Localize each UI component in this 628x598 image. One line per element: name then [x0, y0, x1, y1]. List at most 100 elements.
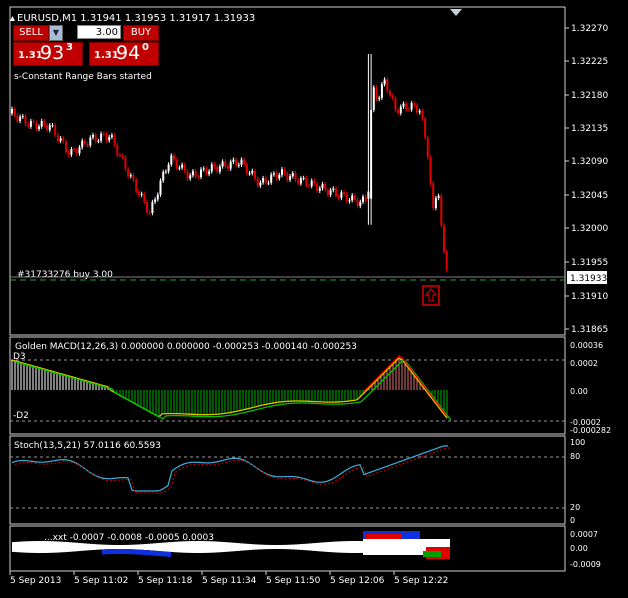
bottom-indicator-bar — [159, 542, 162, 552]
candle-body — [372, 87, 375, 110]
candle-body — [259, 182, 262, 186]
candle-body — [299, 178, 302, 184]
bottom-indicator-bar — [366, 539, 369, 555]
buy-button[interactable]: BUY — [123, 25, 159, 41]
bottom-indicator-bar — [15, 541, 18, 553]
bottom-indicator-bar — [168, 551, 171, 557]
bottom-indicator-bar — [288, 544, 291, 550]
bottom-indicator-bar — [138, 544, 141, 550]
candle-body — [89, 137, 92, 146]
lot-down-button[interactable]: ▼ — [49, 25, 63, 41]
bottom-indicator-bar — [72, 542, 75, 552]
candle-body — [27, 124, 30, 127]
candle-body — [340, 192, 343, 198]
candle-body — [186, 171, 189, 179]
bottom-indicator-bar — [33, 541, 36, 553]
time-tick-label: 5 Sep 11:02 — [74, 576, 128, 586]
candle-body — [434, 198, 437, 209]
bottom-indicator-bar — [360, 541, 363, 553]
bottom-indicator-bar — [234, 542, 237, 552]
candle-body — [62, 138, 65, 142]
sell-button[interactable]: SELL — [13, 25, 49, 41]
bottom-indicator-bar — [141, 549, 144, 555]
bottom-indicator-bar — [162, 551, 165, 557]
bottom-indicator-bar — [447, 547, 450, 559]
bottom-indicator-bar — [60, 541, 63, 553]
candle-body — [75, 149, 78, 154]
bottom-indicator-bar — [276, 544, 279, 550]
candle-body — [237, 164, 240, 166]
bottom-indicator-bar — [108, 544, 111, 550]
candle-body — [378, 97, 381, 100]
candle-body — [272, 173, 275, 175]
candle-body — [308, 185, 310, 187]
time-tick-label: 5 Sep 2013 — [10, 576, 61, 586]
candle-body — [51, 125, 54, 127]
candle-body — [132, 175, 135, 180]
candle-body — [321, 184, 324, 189]
sell-price-box[interactable]: 1.31 93 3 — [13, 42, 83, 66]
bottom-indicator-bar — [177, 541, 180, 553]
candle-body — [278, 174, 281, 179]
chart-canvas[interactable]: EURUSD,M1 1.31941 1.31953 1.31917 1.3193… — [0, 0, 628, 598]
candle-body — [337, 195, 340, 198]
candle-body — [283, 169, 286, 174]
bottom-indicator-bar — [279, 544, 282, 550]
chart-title: EURUSD,M1 1.31941 1.31953 1.31917 1.3193… — [17, 13, 255, 24]
price-tick-label: 1.32000 — [571, 224, 608, 234]
candle-body — [78, 147, 81, 154]
bottom-indicator-bar — [306, 543, 309, 551]
candle-body — [232, 159, 235, 162]
price-tick-label: 1.32180 — [571, 91, 608, 101]
candle-body — [248, 173, 251, 175]
candle-body — [362, 196, 364, 202]
bottom-indicator-bar — [381, 534, 384, 539]
candle-body — [110, 135, 113, 138]
bottom-indicator-bar — [312, 543, 315, 551]
bottom-indicator-bar — [120, 549, 123, 555]
bottom-indicator-bar — [384, 534, 387, 539]
bottom-indicator-bar — [408, 539, 411, 555]
bottom-indicator-bar — [372, 539, 375, 555]
bottom-indicator-bar — [378, 534, 381, 539]
candle-body — [432, 183, 435, 209]
price-tick-label: 1.32045 — [571, 191, 608, 201]
bottom-indicator-bar — [165, 542, 168, 552]
triangle-down-icon: ▼ — [52, 28, 60, 37]
candle-body — [389, 91, 391, 96]
candle-body — [275, 173, 278, 179]
bottom-indicator-bar — [339, 541, 342, 553]
candle-body — [127, 168, 130, 177]
candle-body — [351, 195, 354, 201]
candle-body — [92, 134, 94, 138]
candle-body — [213, 164, 216, 167]
bottom-indicator-bar — [321, 542, 324, 552]
candle-body — [183, 164, 186, 172]
candle-body — [240, 159, 243, 165]
candle-body — [159, 180, 162, 195]
bottom-indicator-bar — [303, 543, 306, 551]
time-tick-label: 5 Sep 12:22 — [394, 576, 448, 586]
chart-window[interactable]: EURUSD,M1 1.31941 1.31953 1.31917 1.3193… — [0, 0, 628, 598]
bottom-indicator-bar — [417, 531, 420, 539]
candle-body — [251, 170, 254, 174]
candle-body — [113, 135, 116, 145]
bottom-indicator-bar — [237, 543, 240, 551]
lot-size-input[interactable]: 3.00 — [77, 25, 121, 39]
buy-price-box[interactable]: 1.31 94 0 — [89, 42, 159, 66]
bottom-indicator-bar — [159, 551, 162, 557]
bottom-indicator-bar — [153, 550, 156, 556]
candle-body — [70, 149, 73, 155]
candle-body — [221, 161, 224, 167]
bottom-indicator-bar — [348, 541, 351, 553]
bottom-indicator-bar — [246, 543, 249, 551]
candle-body — [11, 108, 13, 114]
bottom-indicator-bar — [372, 534, 375, 539]
bottom-indicator-bar — [411, 531, 414, 539]
sell-price-prefix: 1.31 — [18, 50, 43, 61]
bottom-indicator-bar — [297, 544, 300, 550]
candle-body — [100, 133, 103, 141]
candle-body — [262, 178, 265, 183]
candle-body — [59, 138, 62, 141]
price-axis: 1.32270 1.32225 1.32180 1.32135 1.32090 1.320… — [565, 24, 608, 335]
